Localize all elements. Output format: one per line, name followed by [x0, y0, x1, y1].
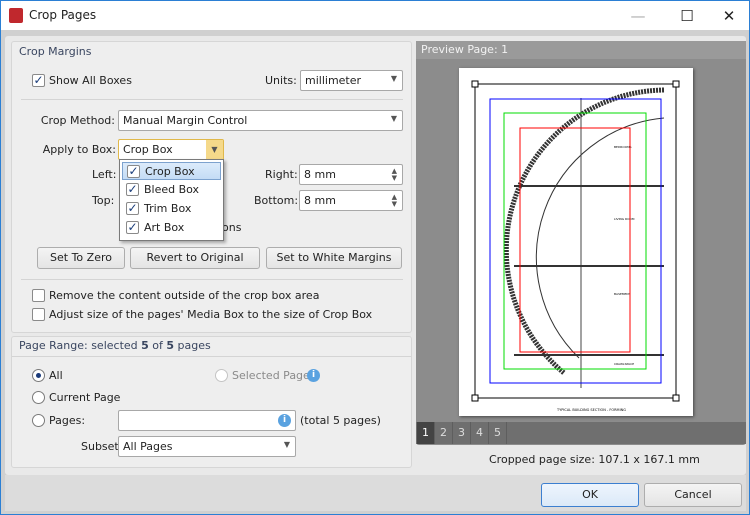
drawing-label: CRAWLSPACE	[614, 362, 634, 366]
adjust-media-box-label: Adjust size of the pages' Media Box to t…	[49, 308, 373, 321]
drawing-title: TYPICAL BUILDING SECTION - FORMING	[556, 408, 626, 412]
info-icon[interactable]: i	[307, 369, 320, 382]
subset-value: All Pages	[123, 440, 173, 453]
current-page-radio[interactable]	[32, 391, 45, 404]
minimize-button[interactable]: —	[623, 5, 653, 27]
pages-input[interactable]: i	[118, 410, 296, 431]
page-tab-2[interactable]: 2	[435, 422, 453, 444]
arc-inner	[535, 117, 665, 359]
all-radio[interactable]	[32, 369, 45, 382]
units-label: Units:	[265, 74, 297, 87]
right-margin-input[interactable]: 8 mm ▲ ▼	[299, 164, 403, 185]
item-label: Crop Box	[145, 165, 195, 178]
crop-margins-header: Crop Margins	[19, 45, 92, 58]
apply-to-box-dropdown: ✓ Crop Box ✓ Bleed Box ✓ Trim Box ✓ Art Box	[119, 159, 224, 241]
selected-pages-label: Selected Pages	[232, 369, 316, 382]
revert-to-original-button[interactable]: Revert to Original	[130, 247, 260, 269]
page-tab-4[interactable]: 4	[471, 422, 489, 444]
resize-handle	[672, 80, 680, 88]
maximize-button[interactable]: ☐	[672, 5, 702, 27]
crop-method-value: Manual Margin Control	[123, 114, 248, 127]
ok-button[interactable]: OK	[541, 483, 639, 507]
page-tab-5[interactable]: 5	[489, 422, 507, 444]
crop-box	[519, 127, 631, 353]
drawing-label: BASEMENT	[614, 292, 631, 296]
page-drawing: BEDROOMS LIVING ROOM BASEMENT CRAWLSPACE…	[471, 80, 680, 412]
drawing-label: BEDROOMS	[614, 145, 632, 149]
crop-method-label: Crop Method:	[40, 114, 115, 127]
resize-handle	[471, 394, 479, 402]
cancel-button[interactable]: Cancel	[644, 483, 742, 507]
set-to-zero-button[interactable]: Set To Zero	[37, 247, 125, 269]
divider	[21, 99, 403, 100]
page-tab-1[interactable]: 1	[417, 422, 435, 444]
page-tabs: 1 2 3 4 5	[416, 422, 746, 444]
item-label: Trim Box	[144, 202, 192, 215]
info-icon[interactable]: i	[278, 414, 291, 427]
right-label: Right:	[265, 168, 298, 181]
left-label: Left:	[92, 168, 117, 181]
arc-wall	[503, 87, 665, 375]
pages-radio[interactable]	[32, 414, 45, 427]
window-title: Crop Pages	[29, 8, 97, 22]
current-page-label: Current Page	[49, 391, 121, 404]
chevron-down-icon: ▼	[390, 74, 397, 83]
selected-pages-radio[interactable]	[215, 369, 228, 382]
subset-select[interactable]: All Pages ▼	[118, 436, 296, 457]
crop-method-select[interactable]: Manual Margin Control ▼	[118, 110, 403, 131]
bottom-margin-input[interactable]: 8 mm ▲ ▼	[299, 190, 403, 211]
close-button[interactable]: ✕	[714, 5, 744, 27]
preview-page: BEDROOMS LIVING ROOM BASEMENT CRAWLSPACE…	[459, 68, 693, 416]
divider	[12, 356, 411, 357]
spinner-icon[interactable]: ▲ ▼	[392, 168, 397, 182]
drawing-label: LIVING ROOM	[614, 217, 635, 221]
check-icon: ✓	[126, 201, 139, 215]
preview-panel: Preview Page: 1 BEDROOMS LIVING ROOM BAS…	[416, 41, 746, 445]
chevron-down-icon: ▼	[206, 140, 223, 159]
pages-label: Pages:	[49, 414, 86, 427]
remove-content-label: Remove the content outside of the crop b…	[49, 289, 320, 302]
dropdown-item-trim-box[interactable]: ✓ Trim Box	[122, 200, 221, 218]
set-to-white-margins-button[interactable]: Set to White Margins	[266, 247, 402, 269]
units-value: millimeter	[305, 74, 362, 87]
page-range-header: Page Range: selected 5 of 5 pages	[19, 339, 211, 352]
bottom-margin-value: 8 mm	[304, 194, 336, 207]
cropped-size-caption: Cropped page size: 107.1 x 167.1 mm	[489, 453, 700, 466]
crop-pages-dialog: Crop Pages — ☐ ✕ Crop Margins ✓ Show All…	[0, 0, 750, 515]
check-icon: ✓	[127, 164, 140, 178]
app-icon	[9, 8, 23, 23]
bottom-label: Bottom:	[254, 194, 299, 207]
adjust-media-box-checkbox[interactable]	[32, 308, 45, 321]
total-pages-text: (total 5 pages)	[300, 414, 381, 427]
chevron-down-icon: ▼	[283, 440, 290, 449]
show-all-boxes-checkbox[interactable]: ✓	[32, 74, 45, 87]
top-label: Top:	[92, 194, 115, 207]
resize-handle	[471, 80, 479, 88]
bleed-box	[489, 98, 662, 384]
dropdown-item-crop-box[interactable]: ✓ Crop Box	[122, 162, 221, 180]
apply-to-box-select[interactable]: Crop Box ▼	[118, 139, 224, 160]
units-select[interactable]: millimeter ▼	[300, 70, 403, 91]
spinner-icon[interactable]: ▲ ▼	[392, 194, 397, 208]
check-icon: ✓	[126, 182, 139, 196]
item-label: Bleed Box	[144, 183, 200, 196]
dropdown-item-bleed-box[interactable]: ✓ Bleed Box	[122, 181, 221, 199]
page-tab-3[interactable]: 3	[453, 422, 471, 444]
item-label: Art Box	[144, 221, 185, 234]
right-margin-value: 8 mm	[304, 168, 336, 181]
apply-to-box-label: Apply to Box:	[42, 143, 116, 156]
subset-label: Subset:	[81, 440, 123, 453]
apply-to-box-value: Crop Box	[123, 143, 173, 156]
divider	[21, 279, 403, 280]
dropdown-item-art-box[interactable]: ✓ Art Box	[122, 219, 221, 237]
all-label: All	[49, 369, 63, 382]
chevron-down-icon: ▼	[390, 114, 397, 123]
remove-content-checkbox[interactable]	[32, 289, 45, 302]
check-icon: ✓	[126, 220, 139, 234]
show-all-boxes-label: Show All Boxes	[49, 74, 132, 87]
preview-header: Preview Page: 1	[416, 41, 746, 59]
resize-handle	[672, 394, 680, 402]
title-bar: Crop Pages — ☐ ✕	[1, 1, 749, 30]
